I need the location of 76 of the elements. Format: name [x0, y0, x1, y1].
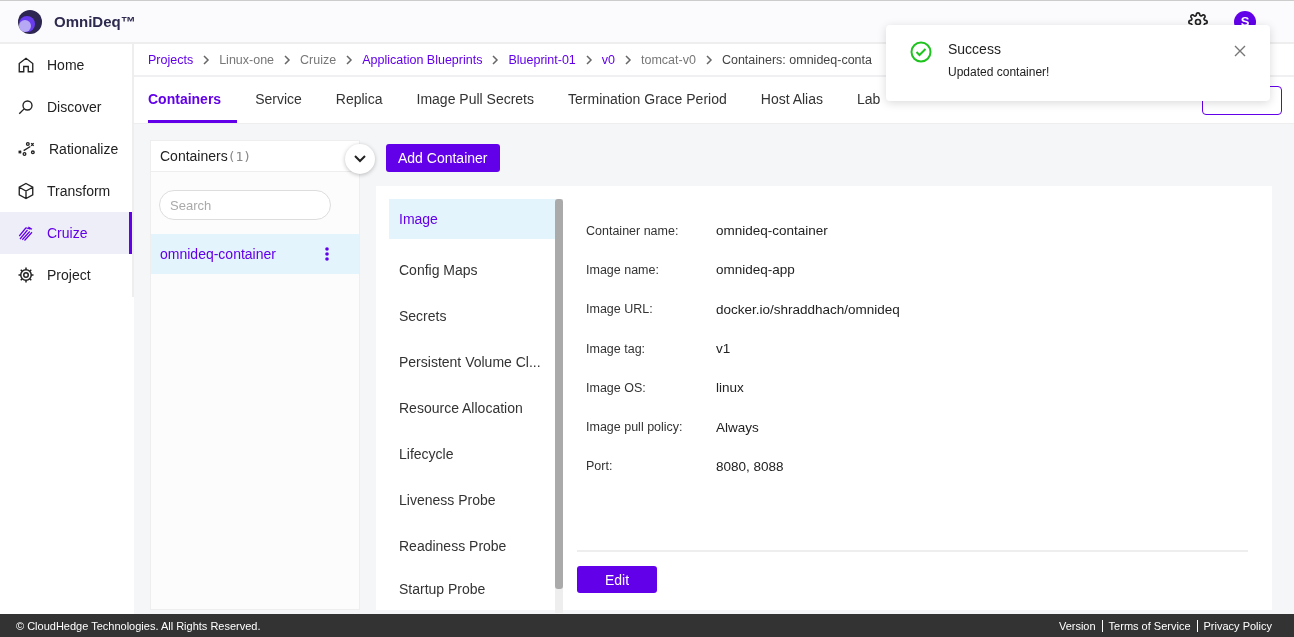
sidebar-item[interactable]: Discover — [0, 86, 132, 128]
sidebar-item[interactable]: Cruize — [0, 212, 132, 254]
chevron-icon — [704, 54, 713, 65]
field-value: omnideq-app — [716, 262, 795, 278]
field-value: Always — [716, 419, 759, 435]
field-label: Container name: — [586, 223, 680, 238]
breadcrumb-link[interactable]: Blueprint-01 — [508, 52, 576, 67]
breadcrumb-link[interactable]: Application Blueprints — [362, 52, 483, 67]
edit-button[interactable]: Edit — [577, 566, 657, 593]
chevron-icon — [202, 54, 211, 65]
sidebar-item[interactable]: Home — [0, 44, 132, 86]
section-item[interactable]: Persistent Volume Cl... — [389, 339, 555, 385]
chevron-icon — [624, 54, 632, 65]
tab[interactable]: Service — [239, 77, 318, 123]
field-label: Image OS: — [586, 380, 647, 395]
breadcrumb-item: tomcat-v0 — [641, 52, 696, 67]
field-label: Image tag: — [586, 341, 647, 356]
footer-link[interactable]: Version — [1052, 619, 1102, 632]
tab[interactable]: Host Alias — [744, 77, 839, 123]
speed-lines-icon — [17, 224, 35, 242]
chevron-icon — [345, 54, 354, 65]
scrollbar[interactable] — [555, 199, 563, 613]
toast-message: Updated container! — [948, 65, 1051, 79]
magnifier-icon — [17, 98, 35, 116]
footer-link[interactable]: Privacy Policy — [1196, 619, 1278, 632]
cube-icon — [17, 182, 35, 200]
section-item[interactable]: Readiness Probe — [389, 523, 555, 569]
chevron-icon — [283, 54, 292, 65]
breadcrumb-item: Cruize — [300, 52, 337, 67]
check-circle-icon — [910, 41, 932, 63]
tab[interactable]: Image Pull Secrets — [400, 77, 550, 123]
more-icon[interactable] — [325, 247, 329, 261]
section-item[interactable]: Resource Allocation — [389, 385, 555, 431]
chevron-icon — [584, 54, 593, 65]
breadcrumb-item: Linux-one — [219, 52, 275, 67]
chevron-down-icon — [354, 155, 366, 163]
tab[interactable]: Containers — [148, 77, 238, 123]
footer-link[interactable]: Terms of Service — [1101, 619, 1197, 632]
section-item[interactable]: Image — [389, 199, 555, 239]
field-value: omnideq-container — [716, 223, 828, 239]
gear-icon — [17, 266, 35, 284]
search-field[interactable]: Search — [159, 190, 331, 220]
app-name: OmniDeq™ — [54, 13, 136, 30]
field-label: Port: — [586, 459, 614, 474]
sidebar-item[interactable]: Rationalize — [0, 128, 132, 170]
tab[interactable]: Termination Grace Period — [552, 77, 743, 123]
field-value: v1 — [716, 341, 731, 357]
container-item[interactable]: omnideq-container — [151, 234, 359, 274]
tab[interactable]: Lab — [841, 77, 897, 123]
field-value: linux — [716, 380, 744, 396]
section-item[interactable]: Startup Probe — [389, 569, 555, 609]
section-item[interactable]: Liveness Probe — [389, 477, 555, 523]
section-item[interactable]: Lifecycle — [389, 431, 555, 477]
add-container-button[interactable]: Add Container — [386, 144, 500, 172]
breadcrumb-item: Containers: omnideq-conta — [721, 52, 872, 67]
breadcrumb-link[interactable]: v0 — [601, 52, 615, 67]
home-icon — [17, 56, 35, 74]
section-item[interactable]: Config Maps — [389, 247, 555, 293]
tab[interactable]: Replica — [319, 77, 399, 123]
copyright-text: © CloudHedge Technologies. All Rights Reserved. — [16, 619, 261, 632]
sidebar-item[interactable]: Transform — [0, 170, 132, 212]
field-label: Image pull policy: — [586, 420, 684, 435]
sidebar-item[interactable]: Project — [0, 254, 132, 296]
field-value: 8080, 8088 — [716, 458, 784, 474]
breadcrumb-link[interactable]: Projects — [148, 52, 194, 67]
collapse-button[interactable] — [345, 144, 375, 174]
scatter-icon — [17, 140, 37, 158]
field-label: Image name: — [586, 262, 660, 277]
field-value: docker.io/shraddhach/omnideq — [716, 301, 900, 317]
close-icon[interactable] — [1234, 45, 1246, 57]
field-label: Image URL: — [586, 302, 654, 317]
toast-title: Success — [948, 41, 1002, 57]
chevron-icon — [491, 54, 500, 65]
section-item[interactable]: Secrets — [389, 293, 555, 339]
logo-icon — [18, 9, 42, 34]
panel-title: Containers(1) — [160, 148, 252, 164]
